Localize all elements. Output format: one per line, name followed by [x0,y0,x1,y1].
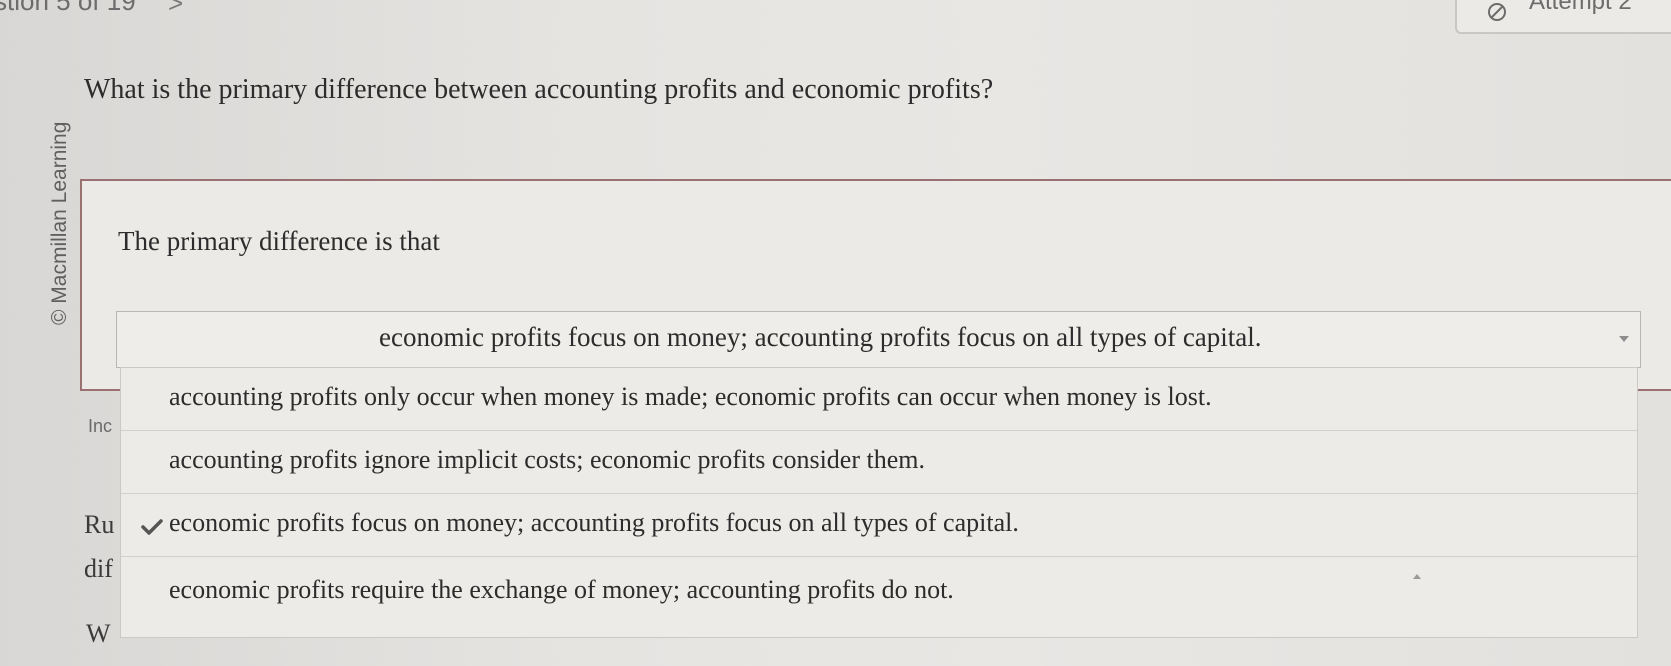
dropdown-option[interactable]: accounting profits only occur when money… [121,368,1637,431]
background-fragment-inc: Inc [88,416,113,436]
scroll-up-caret-icon[interactable] [1413,574,1421,579]
option-label: economic profits require the exchange of… [169,575,954,604]
background-fragment-dif: dif [84,554,113,583]
dropdown-option-selected[interactable]: economic profits focus on money; account… [121,494,1637,557]
checkmark-icon [141,519,163,535]
option-label: accounting profits only occur when money… [169,382,1212,411]
attempt-label: Attempt 2 [1529,0,1632,15]
question-stem: The primary difference is that [118,226,440,256]
dropdown-options-list: accounting profits only occur when money… [120,367,1638,638]
dropdown-option[interactable]: economic profits require the exchange of… [121,557,1637,637]
background-fragment-ru: Ru [84,510,115,539]
no-entry-icon [1488,3,1506,21]
question-text: What is the primary difference between a… [84,74,994,105]
option-label: accounting profits ignore implicit costs… [169,445,925,474]
dropdown-selected-value: economic profits focus on money; account… [379,322,1262,352]
top-bar: stion 5 of 19 > Attempt 2 [0,0,1671,50]
attempt-button[interactable]: Attempt 2 [1455,0,1671,34]
question-counter: stion 5 of 19 [0,0,136,16]
dropdown-option[interactable]: accounting profits ignore implicit costs… [121,431,1637,494]
option-label: economic profits focus on money; account… [169,508,1019,537]
background-fragment-w: W [86,619,111,648]
copyright-credit: © Macmillan Learning [48,121,71,325]
answer-dropdown[interactable]: economic profits focus on money; account… [116,311,1641,368]
caret-down-icon [1619,336,1629,342]
next-question-chevron-icon[interactable]: > [168,0,183,19]
